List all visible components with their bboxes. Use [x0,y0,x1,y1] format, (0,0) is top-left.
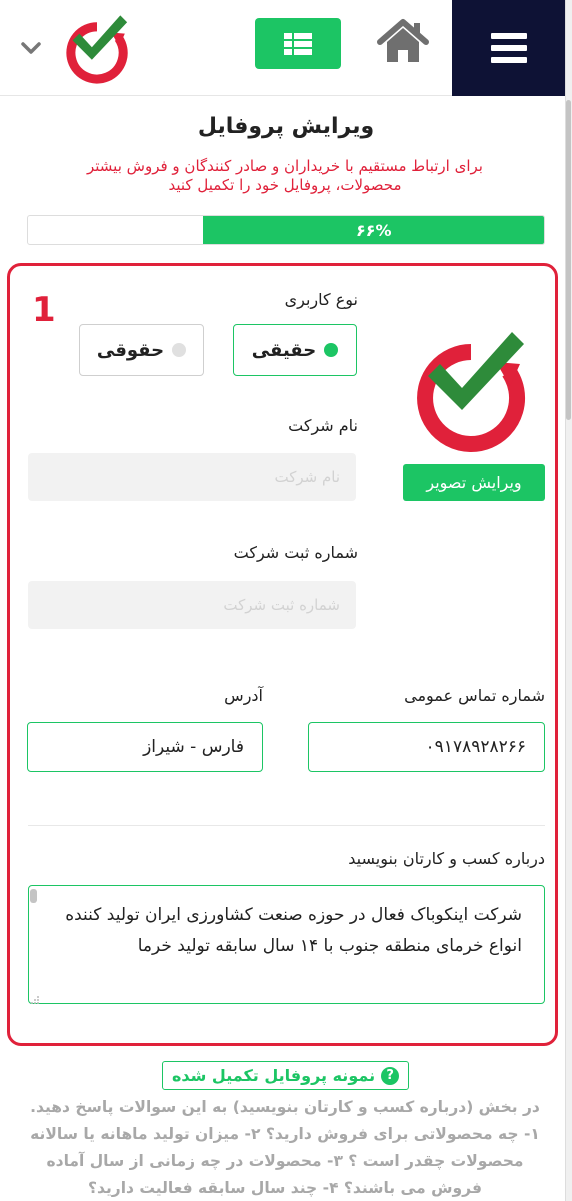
chevron-down-icon[interactable] [20,40,42,56]
textarea-scrollbar[interactable] [30,889,37,903]
user-type-option-individual[interactable]: حقیقی [233,324,357,376]
company-name-label: نام شرکت [288,416,358,435]
company-name-field[interactable]: نام شرکت [28,453,356,501]
progress-fill: ۶۶% [203,216,544,244]
user-type-label: نوع کاربری [284,290,358,309]
address-label: آدرس [224,686,263,705]
user-type-option-legal[interactable]: حقوقی [79,324,204,376]
radio-unselected-icon [172,343,187,357]
user-type-option-label: حقیقی [251,339,317,361]
page-scrollbar[interactable] [565,0,572,1201]
divider [28,825,545,826]
edit-image-button[interactable]: ویرایش تصویر [403,464,545,501]
about-label: درباره کسب و کارتان بنویسید [348,849,545,868]
grid-view-button[interactable] [255,18,341,69]
about-textarea[interactable]: شرکت اینکوباک فعال در حوزه صنعت کشاورزی … [28,885,545,1004]
address-field[interactable]: فارس - شیراز [27,722,263,772]
hamburger-icon [490,33,527,63]
radio-selected-icon [324,343,339,357]
page-subtitle: برای ارتباط مستقیم با خریداران و صادر کن… [87,157,483,194]
step-number: 1 [32,290,56,330]
question-circle-icon: ? [381,1066,400,1085]
home-icon[interactable] [376,18,430,64]
help-hint-text: در بخش (درباره کسب و کارتان بنویسید) به … [30,1098,540,1197]
phone-field[interactable]: ۰۹۱۷۸۹۲۸۲۶۶ [308,722,545,772]
registration-number-field[interactable]: شماره ثبت شرکت [28,581,356,629]
top-bar [0,0,572,96]
user-type-option-label: حقوقی [96,339,165,361]
phone-label: شماره تماس عمومی [404,686,545,705]
sample-profile-button[interactable]: ? نمونه پروفایل تکمیل شده [162,1061,409,1090]
menu-button[interactable] [452,0,565,96]
sample-profile-label: نمونه پروفایل تکمیل شده [171,1066,376,1085]
profile-progress-bar: ۶۶% [27,215,545,245]
page-title: ویرایش پروفایل [197,114,375,139]
scrollbar-thumb[interactable] [566,100,571,420]
resize-handle-icon[interactable] [30,990,40,1004]
grid-list-icon [284,32,312,55]
brand-logo-icon[interactable] [62,12,132,87]
profile-image [412,326,530,458]
registration-number-label: شماره ثبت شرکت [233,543,358,562]
